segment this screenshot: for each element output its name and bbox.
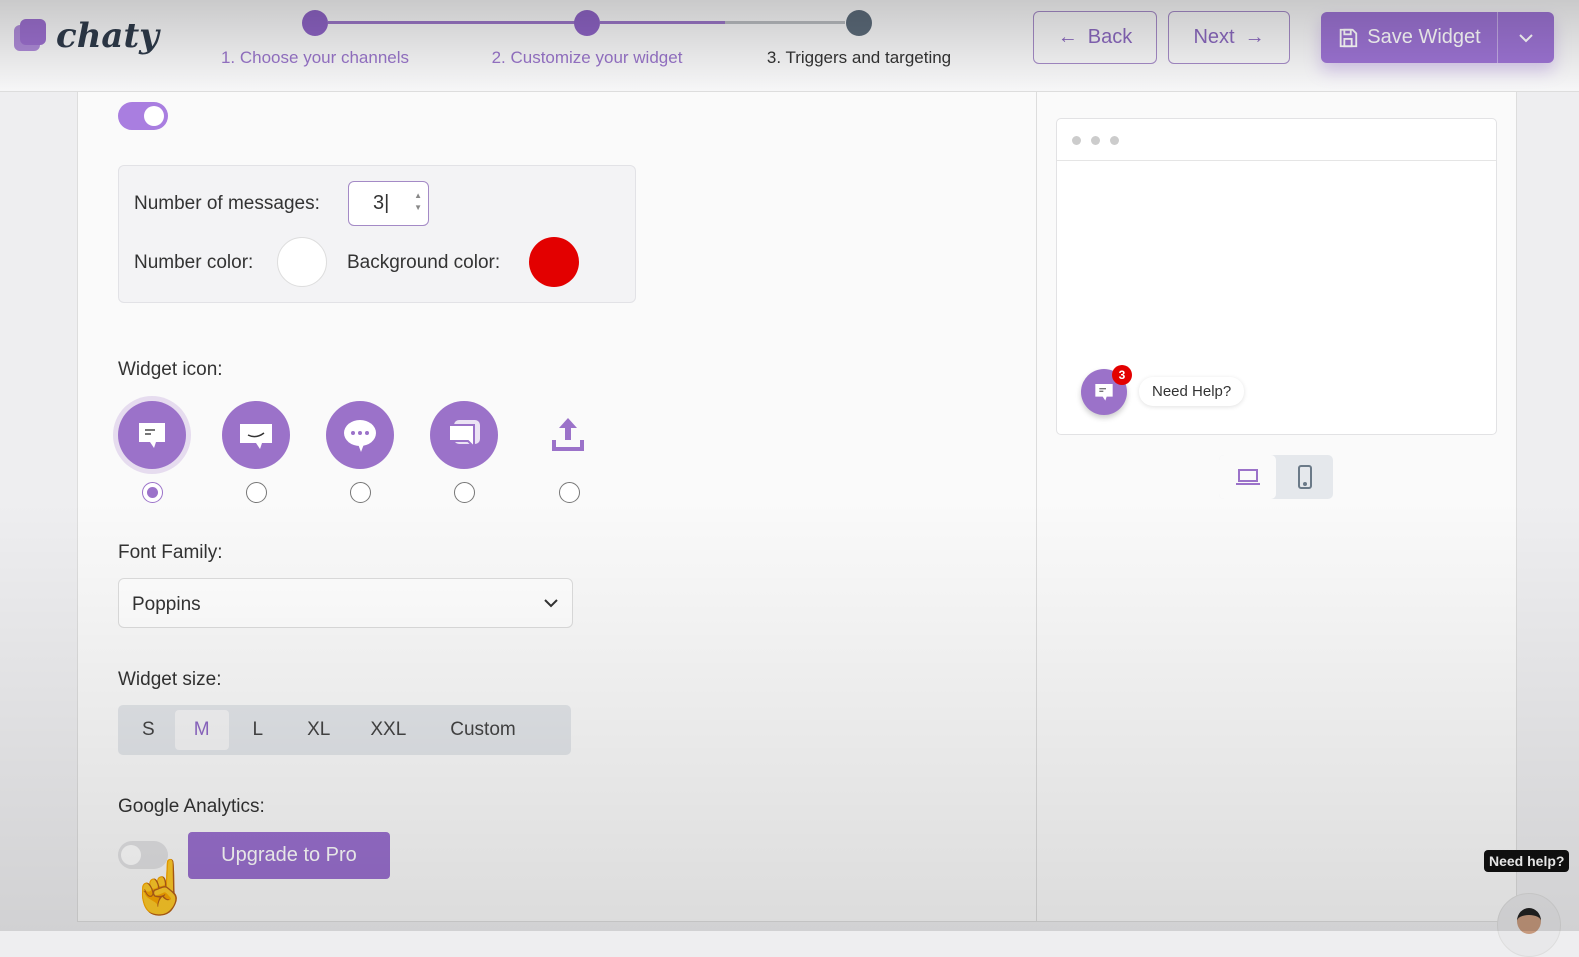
- widget-icon-label: Widget icon:: [118, 359, 223, 380]
- mobile-icon: [1297, 465, 1312, 489]
- pending-messages-toggle[interactable]: [118, 102, 168, 130]
- number-color-label: Number color:: [134, 252, 254, 273]
- step-3-dot[interactable]: [846, 10, 872, 36]
- size-l[interactable]: L: [229, 710, 288, 750]
- google-analytics-label: Google Analytics:: [118, 796, 265, 817]
- size-xl[interactable]: XL: [287, 710, 350, 750]
- step-2-label[interactable]: 2. Customize your widget: [492, 48, 683, 68]
- save-label: Save Widget: [1367, 26, 1481, 48]
- step-2-dot[interactable]: [574, 10, 600, 36]
- size-xxl[interactable]: XXL: [350, 710, 426, 750]
- smile-bubble-icon-option[interactable]: [222, 401, 290, 469]
- device-toggle: [1219, 455, 1333, 499]
- size-s[interactable]: S: [122, 710, 175, 750]
- desktop-preview-button[interactable]: [1219, 455, 1276, 499]
- top-bar: chaty 1. Choose your channels 2. Customi…: [0, 0, 1579, 92]
- size-custom[interactable]: Custom: [426, 710, 539, 750]
- icon-radio-2[interactable]: [246, 482, 267, 503]
- widget-size-selector: S M L XL XXL Custom: [118, 705, 571, 755]
- size-m[interactable]: M: [174, 710, 229, 750]
- next-label: Next: [1193, 26, 1235, 48]
- arrow-right-icon: →: [1244, 26, 1265, 48]
- chevron-down-icon: [544, 599, 558, 608]
- font-family-label: Font Family:: [118, 542, 223, 563]
- preview-cta: Need Help?: [1139, 377, 1245, 406]
- number-value: 3: [373, 192, 385, 214]
- icon-radio-3[interactable]: [350, 482, 371, 503]
- font-family-select[interactable]: Poppins: [118, 578, 573, 628]
- chat-bubble-icon-option[interactable]: [118, 401, 186, 469]
- need-help-tooltip: Need help?: [1484, 850, 1570, 872]
- dots-bubble-icon-option[interactable]: [326, 401, 394, 469]
- back-button[interactable]: ← Back: [1033, 11, 1157, 64]
- chaty-logo[interactable]: chaty: [14, 16, 159, 56]
- widget-preview: 3 Need Help?: [1056, 118, 1497, 435]
- logo-text: chaty: [56, 16, 159, 56]
- step-3-label[interactable]: 3. Triggers and targeting: [767, 48, 951, 68]
- floppy-disk-icon: [1340, 28, 1358, 47]
- step-1-label[interactable]: 1. Choose your channels: [221, 48, 409, 68]
- icon-radio-4[interactable]: [454, 482, 475, 503]
- browser-dots: [1057, 119, 1496, 161]
- number-of-messages-input[interactable]: 3| ▲ ▼: [348, 181, 429, 226]
- save-widget-button[interactable]: Save Widget: [1321, 12, 1554, 63]
- number-color-swatch[interactable]: [277, 237, 327, 287]
- dots-bubble-icon: [344, 420, 376, 452]
- hand-cursor-icon: ☝: [128, 859, 193, 917]
- support-avatar[interactable]: [1497, 893, 1561, 957]
- double-bubble-icon: [448, 420, 480, 450]
- progress-line: [725, 21, 845, 24]
- smile-bubble-icon: [240, 424, 272, 449]
- next-button[interactable]: Next →: [1168, 11, 1290, 64]
- background-color-label: Background color:: [347, 252, 501, 273]
- progress-line: [600, 21, 725, 24]
- mobile-preview-button[interactable]: [1276, 455, 1333, 499]
- back-label: Back: [1087, 26, 1133, 48]
- upgrade-to-pro-button[interactable]: Upgrade to Pro: [188, 832, 390, 879]
- save-main[interactable]: Save Widget: [1321, 12, 1498, 63]
- font-family-value: Poppins: [132, 594, 201, 615]
- double-bubble-icon-option[interactable]: [430, 401, 498, 469]
- panel-divider: [1036, 92, 1037, 922]
- logo-icon: [14, 19, 48, 53]
- stepper-arrows[interactable]: ▲ ▼: [414, 190, 422, 214]
- save-options-dropdown[interactable]: [1498, 12, 1554, 63]
- icon-radio-1[interactable]: [142, 482, 163, 503]
- icon-radio-5[interactable]: [559, 482, 580, 503]
- chevron-down-icon: [1519, 33, 1533, 42]
- progress-line: [328, 21, 586, 24]
- preview-badge: 3: [1112, 365, 1132, 385]
- upload-icon: [552, 418, 584, 451]
- number-of-messages-label: Number of messages:: [134, 193, 320, 214]
- laptop-icon: [1235, 469, 1260, 485]
- chat-bubble-icon: [139, 423, 165, 448]
- chat-bubble-icon: [1095, 384, 1113, 401]
- step-1-dot[interactable]: [302, 10, 328, 36]
- upload-icon-option[interactable]: [551, 416, 585, 457]
- arrow-left-icon: ←: [1057, 26, 1078, 48]
- background-color-swatch[interactable]: [529, 237, 579, 287]
- widget-size-label: Widget size:: [118, 669, 222, 690]
